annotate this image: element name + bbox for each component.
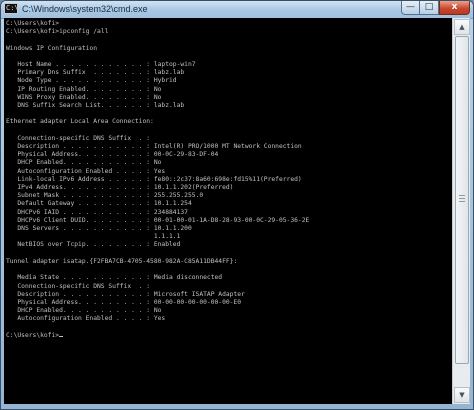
console-line: Connection-specific DNS Suffix . :: [6, 134, 151, 142]
console-line: Tunnel adapter isatap.{F2FBA7CB-4705-458…: [6, 257, 238, 265]
console-line: WINS Proxy Enabled. . . . . . . . : No: [6, 93, 162, 101]
console-line: Autoconfiguration Enabled . . . . : Yes: [6, 167, 166, 175]
console-line: DNS Servers . . . . . . . . . . . : 10.1…: [6, 225, 192, 233]
console-line: C:\Users\kofi>ipconfig /all: [6, 28, 109, 36]
console-line: Description . . . . . . . . . . . : Inte…: [6, 143, 302, 151]
console-line: DHCPv6 Client DUID. . . . . . . . : 00-0…: [6, 216, 310, 224]
console-line: Windows IP Configuration: [6, 44, 97, 52]
console-line: Autoconfiguration Enabled . . . . : Yes: [6, 315, 166, 323]
scroll-thumb[interactable]: [455, 36, 469, 364]
console-area[interactable]: C:\Users\kofi> C:\Users\kofi>ipconfig /a…: [4, 18, 452, 404]
console-line: C:\Users\kofi>: [6, 331, 60, 339]
console-line: Physical Address. . . . . . . . . : 00-0…: [6, 151, 219, 159]
console-line: NetBIOS over Tcpip. . . . . . . . : Enab…: [6, 241, 181, 249]
scroll-up-arrow-icon[interactable]: ▲: [454, 19, 470, 35]
window-title: C:\Windows\system32\cmd.exe: [22, 4, 148, 14]
console-line: DNS Suffix Search List. . . . . . : labz…: [6, 102, 185, 110]
title-bar[interactable]: C:\ C:\Windows\system32\cmd.exe — □ x: [1, 1, 473, 19]
thumb-grip-icon: [459, 195, 465, 204]
console-line: Subnet Mask . . . . . . . . . . . : 255.…: [6, 192, 204, 200]
close-button[interactable]: x: [439, 1, 470, 15]
console-line: 1.1.1.1: [6, 233, 181, 241]
vertical-scrollbar[interactable]: ▲ ▼: [452, 18, 470, 404]
console-line: DHCP Enabled. . . . . . . . . . . : No: [6, 159, 162, 167]
console-line: Default Gateway . . . . . . . . . : 10.1…: [6, 200, 192, 208]
console-line: Ethernet adapter Local Area Connection:: [6, 118, 154, 126]
console-output: C:\Users\kofi> C:\Users\kofi>ipconfig /a…: [4, 18, 452, 340]
console-line: DHCP Enabled. . . . . . . . . . . : No: [6, 307, 162, 315]
maximize-button[interactable]: □: [420, 1, 439, 15]
console-line: Primary Dns Suffix . . . . . . . : labz.…: [6, 69, 185, 77]
console-line: Physical Address. . . . . . . . . : 00-0…: [6, 298, 242, 306]
cmd-icon: C:\: [4, 3, 19, 14]
console-line: Link-local IPv6 Address . . . . . : fe80…: [6, 175, 302, 183]
console-line: DHCPv6 IAID . . . . . . . . . . . : 2348…: [6, 208, 188, 216]
console-line: Description . . . . . . . . . . . : Micr…: [6, 290, 245, 298]
cmd-window: C:\ C:\Windows\system32\cmd.exe — □ x C:…: [0, 0, 474, 410]
console-line: Connection-specific DNS Suffix . :: [6, 282, 151, 290]
console-line: IPv4 Address. . . . . . . . . . . : 10.1…: [6, 184, 234, 192]
console-line: C:\Users\kofi>: [6, 20, 60, 27]
console-line: Host Name . . . . . . . . . . . . : lapt…: [6, 61, 196, 69]
text-cursor: [59, 335, 64, 337]
console-line: Node Type . . . . . . . . . . . . : Hybr…: [6, 77, 177, 85]
console-line: IP Routing Enabled. . . . . . . . : No: [6, 85, 162, 93]
scroll-down-arrow-icon[interactable]: ▼: [454, 387, 470, 403]
minimize-button[interactable]: —: [401, 1, 420, 15]
console-line: Media State . . . . . . . . . . . : Medi…: [6, 274, 223, 282]
